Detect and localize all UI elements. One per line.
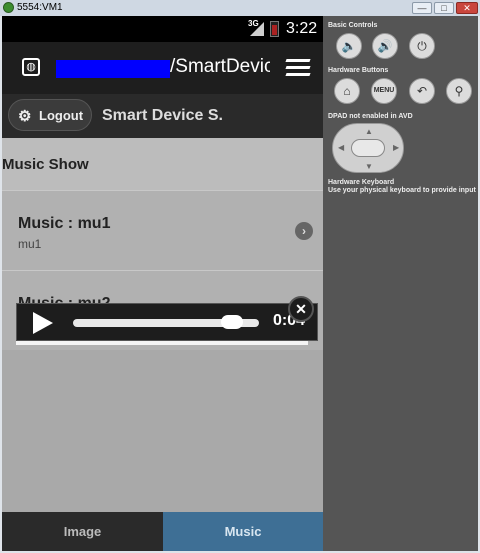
power-icon[interactable]: ⏻ (409, 33, 435, 59)
menu-button[interactable]: MENU (371, 78, 397, 104)
page-title: Smart Device S... (102, 107, 224, 124)
logout-button[interactable]: ⚙ Logout (8, 99, 92, 131)
gear-icon: ⚙ (18, 108, 32, 125)
url-text: /SmartDevic (170, 56, 270, 77)
hardware-keyboard-note: Use your physical keyboard to provide in… (328, 187, 476, 194)
section-title: Music Show (2, 138, 323, 190)
tab-music[interactable]: Music (163, 512, 323, 551)
emulator-controls-panel: Basic Controls 🔈 🔊 ⏻ Hardware Buttons ⌂ … (323, 16, 478, 551)
close-window-button[interactable]: ✕ (456, 2, 478, 14)
dpad[interactable]: ▲ ▼ ◀ ▶ (332, 123, 404, 173)
menu-stack-icon[interactable] (285, 59, 311, 79)
window-title: 5554:VM1 (17, 2, 63, 13)
battery-icon (270, 21, 279, 37)
dpad-down-icon: ▼ (365, 162, 373, 171)
dpad-center[interactable] (351, 139, 385, 157)
status-bar: 3G 3:22 (2, 16, 323, 42)
section-title-text: Music Show (2, 156, 89, 173)
player-underline (16, 341, 308, 345)
minimize-button[interactable]: — (412, 2, 432, 14)
list-item[interactable]: Music : mu1 mu1 › (2, 190, 323, 270)
close-player-icon[interactable]: ✕ (288, 296, 314, 322)
seek-knob[interactable] (221, 315, 243, 329)
app-icon (3, 2, 14, 13)
dpad-up-icon: ▲ (365, 127, 373, 136)
audio-player: 0:04 (16, 303, 318, 341)
play-icon[interactable] (33, 312, 53, 334)
page-header: ⚙ Logout Smart Device S... (2, 94, 323, 138)
chevron-right-icon: › (295, 222, 313, 240)
volume-down-icon[interactable]: 🔈 (336, 33, 362, 59)
globe-icon[interactable]: ◍ (22, 58, 40, 76)
tab-image[interactable]: Image (2, 512, 163, 551)
volume-up-icon[interactable]: 🔊 (372, 33, 398, 59)
hardware-buttons-label: Hardware Buttons (328, 67, 389, 74)
hardware-keyboard-label: Hardware Keyboard (328, 179, 395, 186)
back-icon[interactable]: ↶ (409, 78, 435, 104)
dpad-right-icon: ▶ (393, 143, 400, 152)
dpad-left-icon: ◀ (338, 143, 345, 152)
list-item-subtitle: mu1 (18, 237, 42, 251)
app-top-bar: ◍ /SmartDevic (2, 42, 323, 94)
dpad-label: DPAD not enabled in AVD (328, 113, 413, 120)
bottom-tab-bar: Image Music (2, 512, 323, 551)
home-icon[interactable]: ⌂ (334, 78, 360, 104)
maximize-button[interactable]: □ (434, 2, 454, 14)
emulator-frame: 3G 3:22 ◍ /SmartDevic ⚙ Logout Smart Dev… (2, 16, 478, 551)
basic-controls-label: Basic Controls (328, 22, 378, 29)
list-item-title: Music : mu1 (18, 215, 111, 232)
url-redaction-bar (56, 60, 170, 78)
logout-label: Logout (39, 108, 84, 123)
search-icon[interactable]: ⚲ (446, 78, 472, 104)
signal-icon (250, 22, 264, 36)
clock: 3:22 (286, 20, 318, 37)
device-screen: 3G 3:22 ◍ /SmartDevic ⚙ Logout Smart Dev… (2, 16, 323, 551)
window-title-bar: 5554:VM1 — □ ✕ (0, 0, 480, 16)
